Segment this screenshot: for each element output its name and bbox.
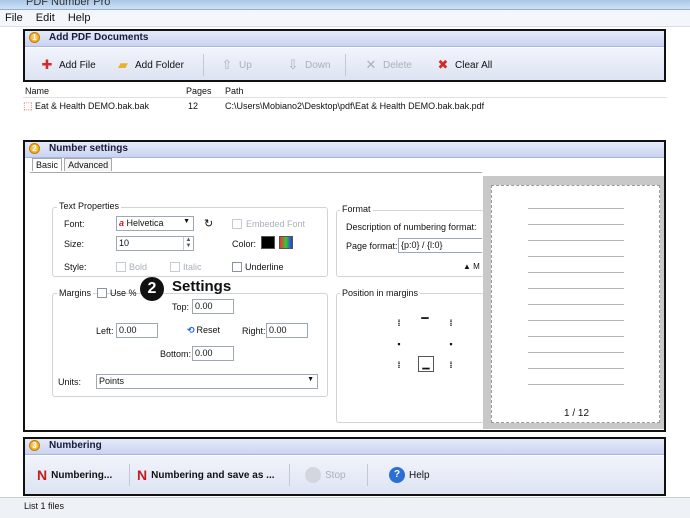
column-name[interactable]: Name	[25, 86, 49, 96]
add-section-frame	[23, 29, 666, 82]
file-name: Eat & Health DEMO.bak.bak	[35, 101, 150, 111]
file-pages: 12	[188, 101, 199, 111]
menu-edit[interactable]: Edit	[31, 10, 60, 26]
numbering-section-frame	[23, 437, 666, 496]
menu-bar: File Edit Help	[0, 10, 690, 27]
annotation-label: Settings	[172, 278, 232, 295]
file-list-row[interactable]: ⬚ Eat & Health DEMO.bak.bak 12 C:\Users\…	[23, 100, 667, 115]
title-bar: PDF Number Pro	[0, 0, 690, 10]
column-pages[interactable]: Pages	[186, 86, 212, 96]
status-bar: List 1 files	[0, 497, 690, 518]
annotation-badge: 2	[140, 277, 164, 301]
file-list-header: Name Pages Path	[23, 85, 667, 98]
settings-section-frame	[23, 140, 666, 432]
column-path[interactable]: Path	[225, 86, 244, 96]
file-path: C:\Users\Mobiano2\Desktop\pdf\Eat & Heal…	[225, 101, 485, 111]
window-title: PDF Number Pro	[26, 0, 111, 8]
pdf-file-icon: ⬚	[23, 101, 33, 112]
status-text: List 1 files	[24, 501, 65, 511]
menu-file[interactable]: File	[0, 10, 28, 26]
menu-help[interactable]: Help	[63, 10, 96, 26]
